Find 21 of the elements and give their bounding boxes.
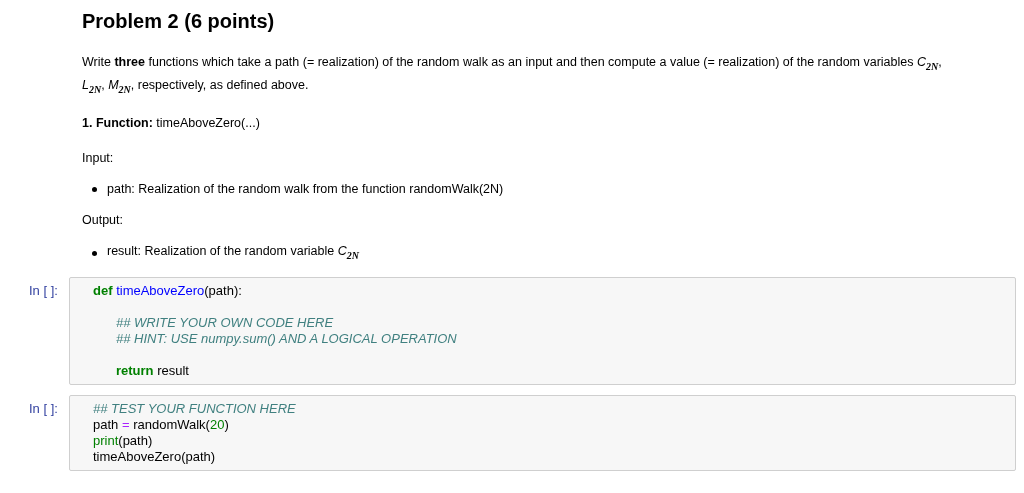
- paragraph: 1. Function: timeAboveZero(...): [82, 115, 261, 132]
- code-line: ## WRITE YOUR OWN CODE HERE: [116, 314, 334, 330]
- paragraph: Input:: [82, 150, 115, 167]
- cell-prompt: In [ ]:: [28, 281, 59, 299]
- code-cell[interactable]: ## TEST YOUR FUNCTION HERE path = randomWalk(20) print(path) timeAboveZero(path): [69, 394, 1016, 471]
- code-line: return result: [116, 362, 189, 378]
- bullet-icon: [92, 250, 97, 256]
- paragraph: Output:: [82, 212, 124, 229]
- cell-prompt: In [ ]:: [28, 399, 59, 417]
- code-line: print(path): [93, 432, 153, 448]
- list-item-text: result: Realization of the random variable C$_{2N}$: [107, 243, 359, 263]
- code-line: timeAboveZero(path): [93, 448, 216, 464]
- code-line: def timeAboveZero(path):: [93, 282, 242, 298]
- code-cell[interactable]: def timeAboveZero(path): ## WRITE YOUR OWN CODE HERE ## HINT: USE numpy.sum() AND A LOGICAL OPERATION return result: [69, 276, 1016, 385]
- code-line: path = randomWalk(20): [93, 416, 229, 432]
- bullet-icon: [92, 187, 97, 192]
- code-line: ## HINT: USE numpy.sum() AND A LOGICAL OPERATION: [116, 330, 457, 346]
- problem-heading: Problem 2 (6 points): [82, 10, 276, 33]
- list-item-text: path: Realization of the random walk from the function randomWalk(2N): [107, 181, 504, 198]
- paragraph: Write three functions which take a path (= realization) of the random walk as an input and then compute a value (= realization) of the random variables C$_{2N}$, L$_{2N}$, M$_{2N}$, respectively, as defined above.: [82, 54, 943, 96]
- code-line: ## TEST YOUR FUNCTION HERE: [93, 400, 296, 416]
